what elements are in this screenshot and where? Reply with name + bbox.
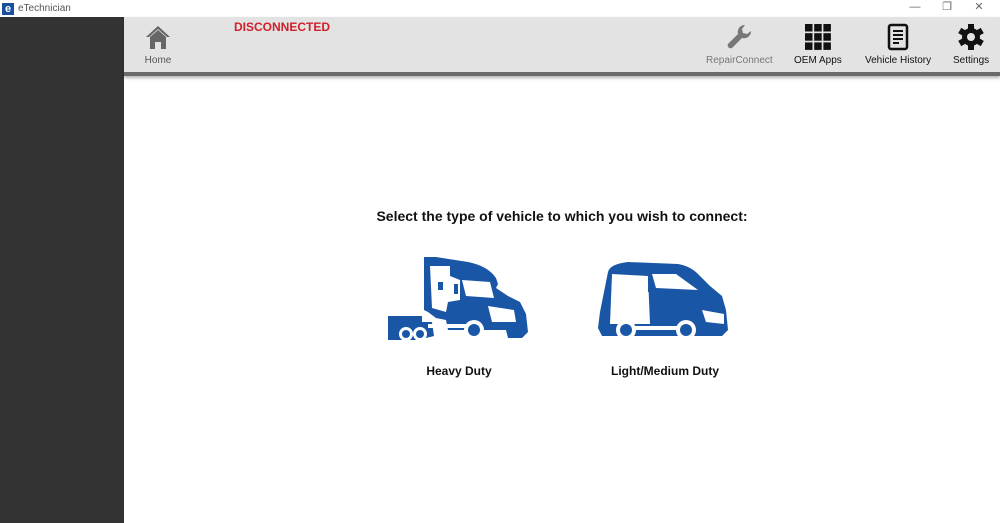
oem-apps-button[interactable]: OEM Apps: [794, 23, 842, 66]
settings-label: Settings: [953, 55, 990, 66]
home-icon: [146, 26, 170, 49]
title-bar: e eTechnician — ❐ ✕: [0, 0, 1000, 17]
sidebar: [0, 17, 124, 523]
light-medium-duty-label: Light/Medium Duty: [611, 364, 719, 378]
vehicle-type-prompt: Select the type of vehicle to which you …: [376, 208, 748, 224]
grid-icon: [804, 24, 831, 50]
connection-status: DISCONNECTED: [234, 20, 331, 34]
repairconnect-button[interactable]: RepairConnect: [706, 23, 773, 66]
gear-icon: [958, 24, 984, 50]
oem-apps-label: OEM Apps: [794, 55, 842, 66]
semi-truck-icon: [388, 257, 528, 341]
restore-button[interactable]: ❐: [932, 0, 962, 17]
van-icon: [598, 262, 728, 340]
toolbar: Home DISCONNECTED RepairConnect OEM Apps…: [124, 17, 1000, 76]
heavy-duty-label: Heavy Duty: [426, 364, 492, 378]
settings-button[interactable]: Settings: [953, 23, 989, 66]
home-label: Home: [144, 55, 172, 66]
close-button[interactable]: ✕: [964, 0, 994, 17]
heavy-duty-option[interactable]: Heavy Duty: [388, 252, 530, 378]
vehicle-history-label: Vehicle History: [865, 55, 932, 66]
app-logo: e: [2, 2, 14, 15]
light-medium-duty-option[interactable]: Light/Medium Duty: [598, 252, 732, 378]
app-title: eTechnician: [18, 3, 71, 14]
document-icon: [887, 23, 909, 51]
wrench-icon: [728, 24, 752, 49]
vehicle-history-button[interactable]: Vehicle History: [865, 23, 931, 66]
repairconnect-label: RepairConnect: [706, 55, 773, 66]
minimize-button[interactable]: —: [900, 0, 930, 17]
home-button[interactable]: Home: [144, 23, 172, 66]
